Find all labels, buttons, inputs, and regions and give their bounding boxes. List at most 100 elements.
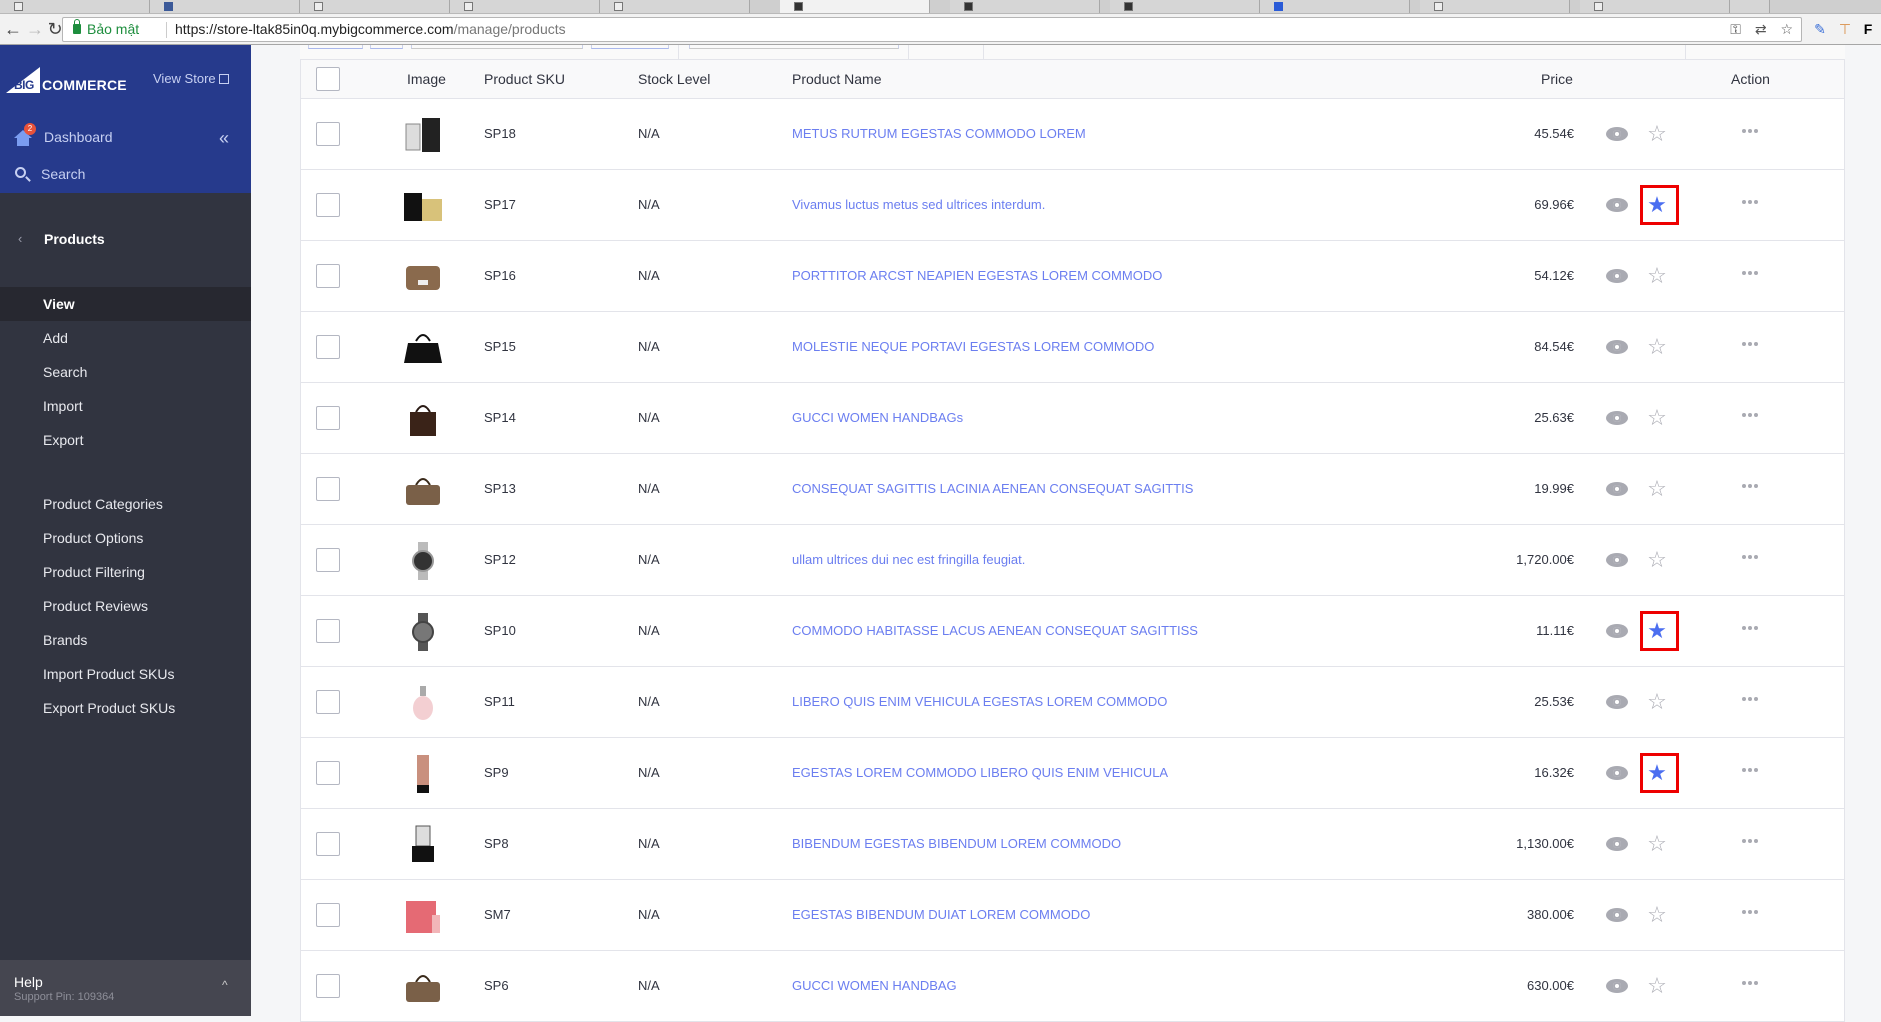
back-icon[interactable]: ← xyxy=(2,18,24,40)
row-checkbox[interactable] xyxy=(316,548,340,572)
sidebar-item-product-reviews[interactable]: Product Reviews xyxy=(0,589,251,623)
eye-icon[interactable] xyxy=(1606,269,1628,283)
more-actions-icon[interactable] xyxy=(1742,484,1762,494)
sidebar-item-import-skus[interactable]: Import Product SKUs xyxy=(0,657,251,691)
filter-input[interactable] xyxy=(689,45,899,49)
product-name-link[interactable]: METUS RUTRUM EGESTAS COMMODO LOREM xyxy=(792,126,1086,141)
more-actions-icon[interactable] xyxy=(1742,839,1762,849)
more-actions-icon[interactable] xyxy=(1742,981,1762,991)
eye-icon[interactable] xyxy=(1606,340,1628,354)
row-checkbox[interactable] xyxy=(316,406,340,430)
more-actions-icon[interactable] xyxy=(1742,413,1762,423)
sidebar-item-product-filtering[interactable]: Product Filtering xyxy=(0,555,251,589)
browser-tab[interactable] xyxy=(950,0,1100,13)
eye-icon[interactable] xyxy=(1606,695,1628,709)
sidebar-item-add[interactable]: Add xyxy=(0,321,251,355)
view-store-link[interactable]: View Store xyxy=(153,71,229,86)
row-checkbox[interactable] xyxy=(316,690,340,714)
new-tab-button[interactable] xyxy=(1730,0,1770,13)
browser-tab[interactable] xyxy=(1580,0,1730,13)
product-name-link[interactable]: GUCCI WOMEN HANDBAGs xyxy=(792,410,963,425)
product-name-link[interactable]: CONSEQUAT SAGITTIS LACINIA AENEAN CONSEQ… xyxy=(792,481,1193,496)
browser-tab[interactable] xyxy=(1260,0,1410,13)
star-filled-icon[interactable]: ★ xyxy=(1645,193,1669,217)
product-thumbnail[interactable] xyxy=(402,256,444,298)
font-extension-icon[interactable]: F xyxy=(1858,19,1878,39)
sidebar-item-brands[interactable]: Brands xyxy=(0,623,251,657)
column-header-name[interactable]: Product Name xyxy=(792,71,881,87)
more-actions-icon[interactable] xyxy=(1742,768,1762,778)
browser-tab[interactable] xyxy=(300,0,450,13)
eye-icon[interactable] xyxy=(1606,624,1628,638)
row-checkbox[interactable] xyxy=(316,264,340,288)
product-name-link[interactable]: LIBERO QUIS ENIM VEHICULA EGESTAS LOREM … xyxy=(792,694,1167,709)
product-name-link[interactable]: GUCCI WOMEN HANDBAG xyxy=(792,978,957,993)
key-icon[interactable]: ⚿ xyxy=(1730,21,1741,37)
eye-icon[interactable] xyxy=(1606,766,1628,780)
browser-tab[interactable] xyxy=(1110,0,1260,13)
star-outline-icon[interactable]: ☆ xyxy=(1645,122,1669,146)
select-all-checkbox[interactable] xyxy=(316,67,340,91)
product-thumbnail[interactable] xyxy=(402,611,444,653)
sidebar-item-export-skus[interactable]: Export Product SKUs xyxy=(0,691,251,725)
star-outline-icon[interactable]: ☆ xyxy=(1645,335,1669,359)
product-thumbnail[interactable] xyxy=(402,398,444,440)
url-text[interactable]: https://store-ltak85in0q.mybigcommerce.c… xyxy=(175,18,566,41)
help-footer[interactable]: Help Support Pin: 109364 ^ xyxy=(0,960,251,1016)
star-outline-icon[interactable]: ☆ xyxy=(1645,974,1669,998)
product-thumbnail[interactable] xyxy=(402,327,444,369)
more-actions-icon[interactable] xyxy=(1742,697,1762,707)
eye-icon[interactable] xyxy=(1606,553,1628,567)
star-outline-icon[interactable]: ☆ xyxy=(1645,690,1669,714)
sidebar-item-search[interactable]: Search xyxy=(0,355,251,389)
row-checkbox[interactable] xyxy=(316,193,340,217)
product-name-link[interactable]: COMMODO HABITASSE LACUS AENEAN CONSEQUAT… xyxy=(792,623,1198,638)
filter-input[interactable] xyxy=(411,45,583,49)
product-thumbnail[interactable] xyxy=(402,114,444,156)
star-outline-icon[interactable]: ☆ xyxy=(1645,406,1669,430)
product-thumbnail[interactable] xyxy=(402,540,444,582)
more-actions-icon[interactable] xyxy=(1742,555,1762,565)
row-checkbox[interactable] xyxy=(316,832,340,856)
browser-tab-active[interactable] xyxy=(780,0,930,13)
eye-icon[interactable] xyxy=(1606,127,1628,141)
row-checkbox[interactable] xyxy=(316,619,340,643)
product-name-link[interactable]: Vivamus luctus metus sed ultrices interd… xyxy=(792,197,1045,212)
product-name-link[interactable]: ullam ultrices dui nec est fringilla feu… xyxy=(792,552,1025,567)
filter-control[interactable] xyxy=(591,45,669,49)
product-thumbnail[interactable] xyxy=(402,966,444,1008)
filter-control[interactable] xyxy=(370,45,403,49)
more-actions-icon[interactable] xyxy=(1742,342,1762,352)
browser-tab[interactable] xyxy=(1420,0,1570,13)
browser-tab[interactable] xyxy=(600,0,750,13)
product-name-link[interactable]: MOLESTIE NEQUE PORTAVI EGESTAS LOREM COM… xyxy=(792,339,1154,354)
product-name-link[interactable]: PORTTITOR ARCST NEAPIEN EGESTAS LOREM CO… xyxy=(792,268,1162,283)
eye-icon[interactable] xyxy=(1606,837,1628,851)
star-outline-icon[interactable]: ☆ xyxy=(1645,903,1669,927)
eye-icon[interactable] xyxy=(1606,979,1628,993)
product-name-link[interactable]: BIBENDUM EGESTAS BIBENDUM LOREM COMMODO xyxy=(792,836,1121,851)
product-thumbnail[interactable] xyxy=(402,682,444,724)
star-filled-icon[interactable]: ★ xyxy=(1645,761,1669,785)
filter-control[interactable] xyxy=(308,45,363,49)
column-header-sku[interactable]: Product SKU xyxy=(484,71,565,87)
eye-icon[interactable] xyxy=(1606,411,1628,425)
collapse-sidebar-icon[interactable]: « xyxy=(219,129,229,147)
row-checkbox[interactable] xyxy=(316,477,340,501)
browser-tab[interactable] xyxy=(150,0,300,13)
star-filled-icon[interactable]: ★ xyxy=(1645,619,1669,643)
more-actions-icon[interactable] xyxy=(1742,200,1762,210)
row-checkbox[interactable] xyxy=(316,903,340,927)
product-thumbnail[interactable] xyxy=(402,895,444,937)
extension-icon[interactable]: ⊤ xyxy=(1835,19,1855,39)
column-header-stock[interactable]: Stock Level xyxy=(638,71,710,87)
forward-icon[interactable]: → xyxy=(24,18,46,40)
column-header-price[interactable]: Price xyxy=(1541,71,1573,87)
star-outline-icon[interactable]: ☆ xyxy=(1645,477,1669,501)
row-checkbox[interactable] xyxy=(316,974,340,998)
product-thumbnail[interactable] xyxy=(402,185,444,227)
product-thumbnail[interactable] xyxy=(402,469,444,511)
row-checkbox[interactable] xyxy=(316,122,340,146)
eye-icon[interactable] xyxy=(1606,198,1628,212)
product-name-link[interactable]: EGESTAS LOREM COMMODO LIBERO QUIS ENIM V… xyxy=(792,765,1168,780)
